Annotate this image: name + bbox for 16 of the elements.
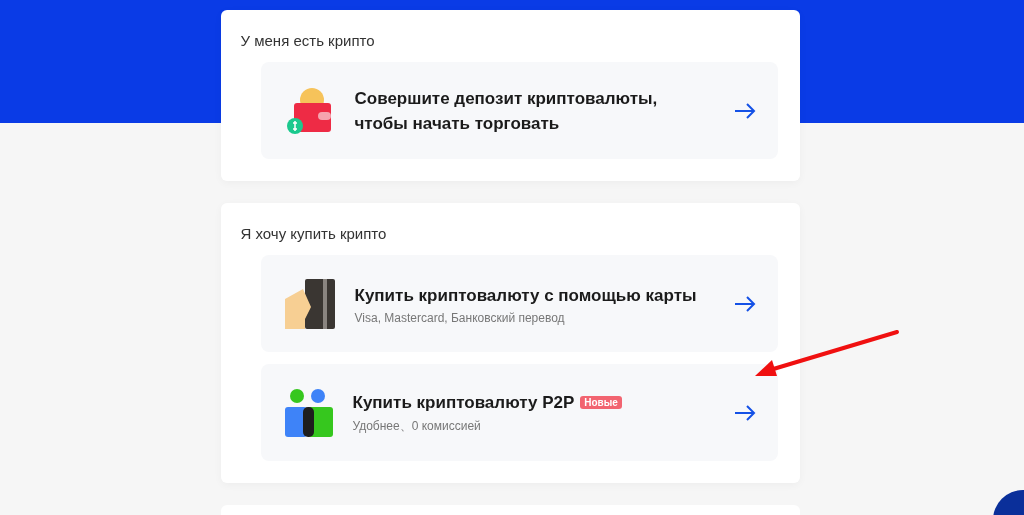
option-title: Совершите депозит криптовалюты, чтобы начать торговать	[354, 87, 659, 135]
section-title: Я хочу купить крипто	[240, 225, 388, 242]
new-badge: Новые	[580, 396, 622, 409]
option-subtitle: Удобнее、0 комиссией	[352, 418, 482, 435]
option-title: Купить криптовалюту P2P	[352, 392, 575, 414]
arrow-right-icon[interactable]	[733, 295, 756, 312]
option-title: Купить криптовалюту с помощью карты	[354, 284, 698, 307]
hand-card-icon	[284, 278, 335, 329]
option-subtitle: Visa, Mastercard, Банковский перевод	[354, 310, 566, 325]
people-icon	[284, 388, 333, 437]
arrow-right-icon[interactable]	[733, 404, 756, 421]
option-card[interactable]: Купить криптовалюту P2P Новые Удобнее、0 комиссией	[260, 364, 778, 461]
arrow-right-icon[interactable]	[733, 102, 756, 119]
section-title: У меня есть крипто	[240, 32, 376, 49]
option-card[interactable]: Купить криптовалюту с помощью карты Visa, Mastercard, Банковский перевод	[260, 255, 778, 352]
option-card[interactable]: Совершите депозит криптовалюты, чтобы начать торговать	[260, 62, 778, 159]
